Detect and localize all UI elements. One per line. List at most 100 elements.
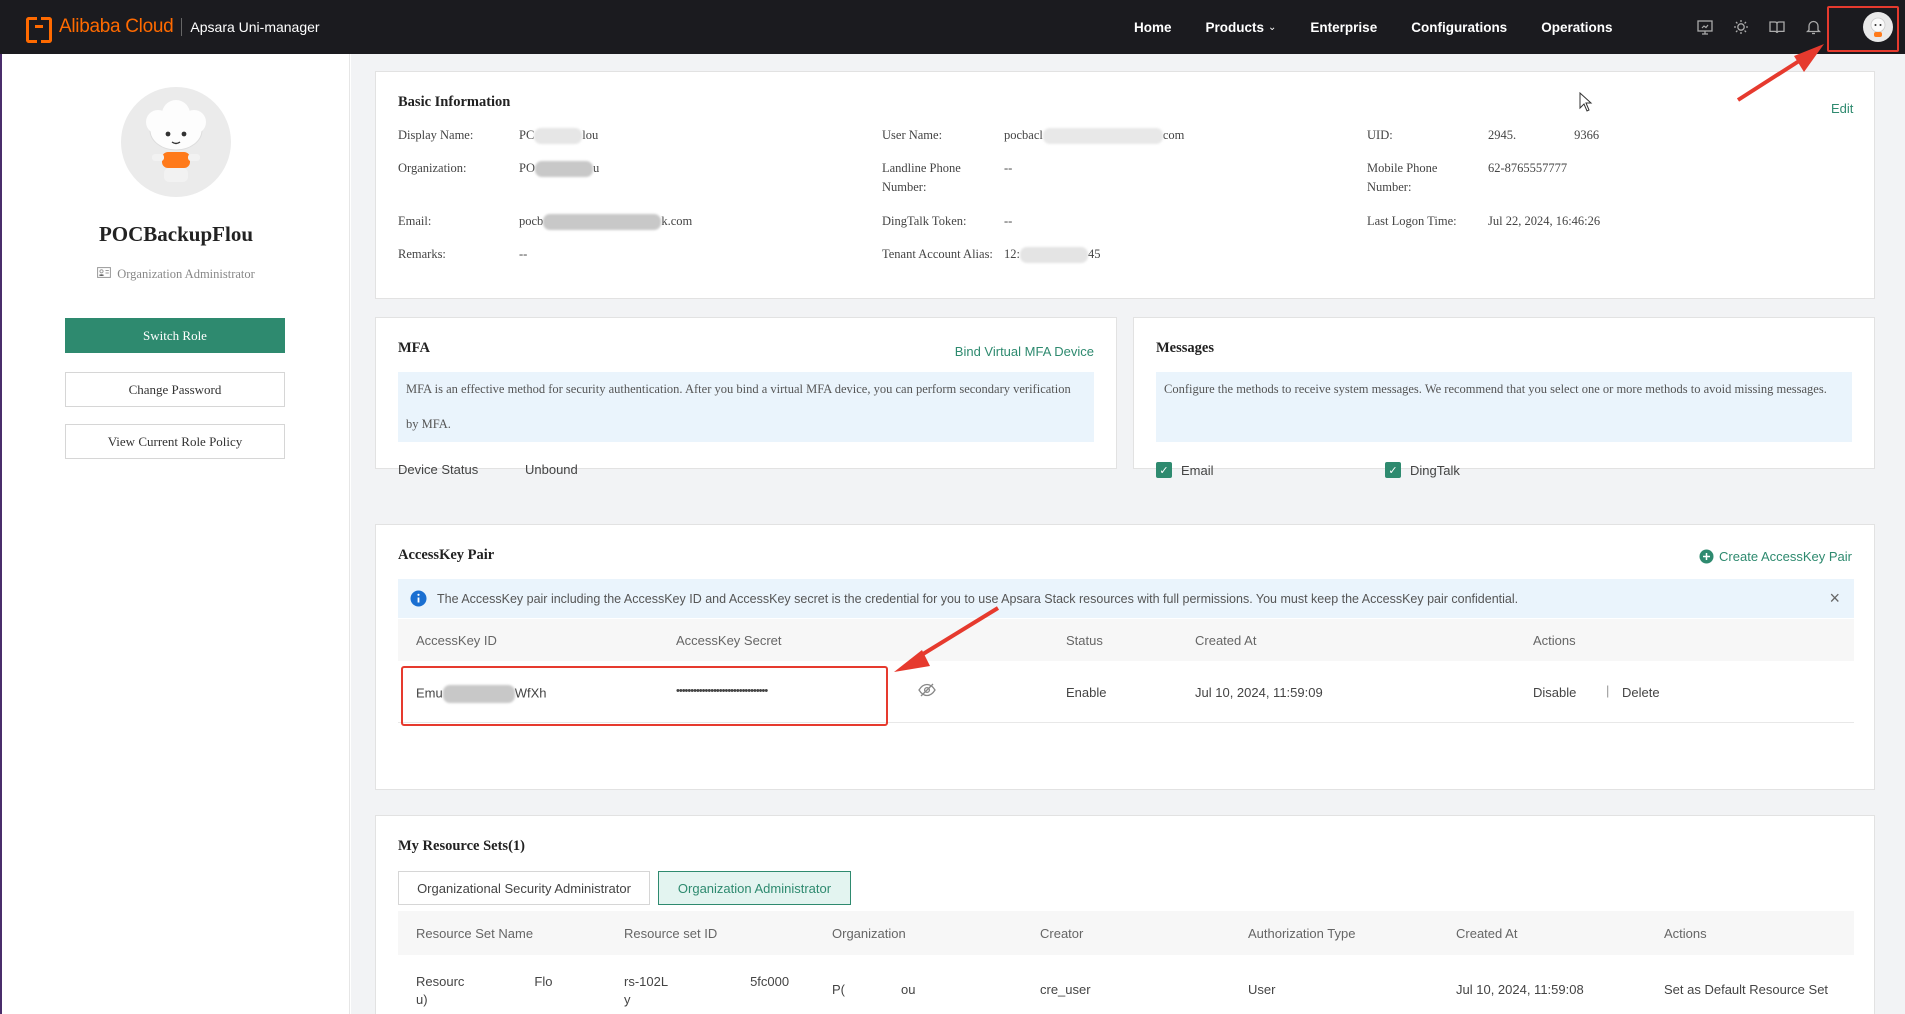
column-organization: Organization [832,926,906,941]
close-icon[interactable]: × [1829,588,1840,609]
set-default-resource-set-link[interactable]: Set as Default Resource Set [1664,982,1828,997]
nav-products-label: Products [1205,19,1265,35]
action-divider: | [1606,683,1610,698]
column-actions: Actions [1664,926,1707,941]
tenant-account-alias-value: 12: 45 [1004,245,1100,264]
alibaba-logo-icon [26,17,52,43]
eye-hidden-icon[interactable] [918,683,936,702]
view-current-role-policy-button[interactable]: View Current Role Policy [65,424,285,459]
edit-link[interactable]: Edit [1831,101,1853,116]
user-avatar[interactable] [1863,12,1893,42]
resource-name-mid: Flo [534,974,553,989]
organization-prefix: PO [519,161,535,175]
table-row: Resourc Flo u) rs-102L 5fc000 y P(ou cre_use… [398,955,1854,1014]
redacted-mask [1019,247,1088,264]
resource-set-id-value: rs-102L 5fc000 y [624,973,789,1009]
accesskey-pair-panel: AccessKey Pair Create AccessKey Pair The… [375,524,1875,790]
product-name: Apsara Uni-manager [190,19,320,35]
column-resource-set-name: Resource Set Name [416,926,534,941]
disable-link[interactable]: Disable [1533,685,1576,700]
column-creator: Creator [1040,926,1084,941]
basic-information-card: Basic Information Edit Display Name: PC l… [375,71,1875,299]
nav-products[interactable]: Products ⌄ [1206,20,1277,35]
redacted-mask [543,214,662,231]
tab-organizational-security-administrator[interactable]: Organizational Security Administrator [398,871,650,905]
tenant-suffix: 45 [1087,247,1101,261]
redacted-mask [534,161,593,178]
dingtalk-checkbox-label: DingTalk [1410,462,1460,478]
top-navigation-bar: Alibaba Cloud Apsara Uni-manager Home Pr… [0,0,1905,54]
display-name-label: Display Name: [398,128,474,142]
display-name-prefix: PC [519,128,535,142]
resource-id-prefix: rs-102L [624,974,669,989]
uid-label: UID: [1367,128,1393,142]
profile-user-name: POCBackupFlou [98,222,254,246]
last-logon-time-value: Jul 22, 2024, 16:46:26 [1488,214,1601,228]
column-actions: Actions [1533,633,1576,648]
plus-circle-icon [1699,549,1714,564]
resource-sets-card: My Resource Sets(1) Organizational Secur… [375,815,1875,1014]
id-card-icon [97,267,112,282]
organization-suffix: u [592,161,600,175]
create-accesskey-pair-button[interactable]: Create AccessKey Pair [1699,549,1852,564]
create-accesskey-pair-label: Create AccessKey Pair [1719,549,1852,564]
last-logon-time-label: Last Logon Time: [1367,214,1457,228]
display-name-suffix: lou [582,128,599,142]
device-status-value: Unbound [525,462,578,477]
redacted-mask [534,128,583,145]
switch-role-button[interactable]: Switch Role [65,318,285,353]
column-created-at: Created At [1195,633,1257,648]
resource-sets-title: My Resource Sets(1) [398,838,525,854]
messages-card: Messages Configure the methods to receiv… [1133,317,1875,478]
mobile-phone-value: 62-8765557777 [1488,161,1568,175]
tab-organization-administrator[interactable]: Organization Administrator [658,871,851,905]
screen-icon[interactable] [1695,17,1715,37]
notification-bell-icon[interactable] [1803,17,1823,37]
organization-label: Organization: [398,161,467,175]
resource-set-name-value: Resourc Flo u) [416,973,552,1009]
user-name-prefix: pocbacl [1004,128,1043,142]
redacted-mask [1042,128,1163,145]
bind-virtual-mfa-device-link[interactable]: Bind Virtual MFA Device [955,344,1094,359]
mouse-cursor-icon [1579,91,1603,116]
chevron-down-icon: ⌄ [1268,21,1277,33]
accesskey-status-value: Enable [1066,685,1107,700]
resource-organization-value: P(ou [832,982,915,997]
documentation-book-icon[interactable] [1767,17,1787,37]
dingtalk-checkbox[interactable]: ✓ DingTalk [1385,462,1460,478]
user-name-suffix: com [1162,128,1185,142]
profile-sidebar: POCBackupFlou Organization Administrator… [0,54,350,1014]
column-status: Status [1066,633,1103,648]
accesskey-highlight-box [401,666,888,726]
organization-value: PO u [519,159,599,178]
alibaba-cloud-logo[interactable]: Alibaba Cloud [26,16,174,43]
nav-operations[interactable]: Operations [1541,20,1612,35]
user-name-label: User Name: [882,128,943,142]
uid-value: 2945. 9366 [1488,126,1599,145]
column-resource-set-id: Resource set ID [624,926,718,941]
device-status-label: Device Status [398,462,479,477]
brand-name: Alibaba Cloud [59,16,174,37]
change-password-button[interactable]: Change Password [65,372,285,407]
theme-sun-icon[interactable] [1731,17,1751,37]
messages-title: Messages [1156,340,1214,356]
column-authorization-type: Authorization Type [1248,926,1356,941]
email-checkbox-label: Email [1181,462,1214,478]
profile-role-text: Organization Administrator [117,267,255,281]
header-divider [181,18,183,36]
checkmark-icon: ✓ [1156,462,1172,478]
nav-enterprise[interactable]: Enterprise [1310,20,1377,35]
mfa-notice: MFA is an effective method for security … [398,372,1094,442]
email-checkbox[interactable]: ✓ Email [1156,462,1214,478]
profile-role: Organization Administrator [2,267,350,282]
nav-home[interactable]: Home [1134,20,1172,35]
nav-configurations[interactable]: Configurations [1411,20,1507,35]
resource-id-suffix: 5fc000 [750,974,790,989]
email-label: Email: [398,214,432,228]
remarks-label: Remarks: [398,247,446,261]
remarks-value: -- [519,247,528,261]
delete-link[interactable]: Delete [1622,685,1660,700]
column-accesskey-secret: AccessKey Secret [676,633,782,648]
resource-creator-value: cre_user [1040,982,1091,997]
basic-information-title: Basic Information [398,94,511,110]
